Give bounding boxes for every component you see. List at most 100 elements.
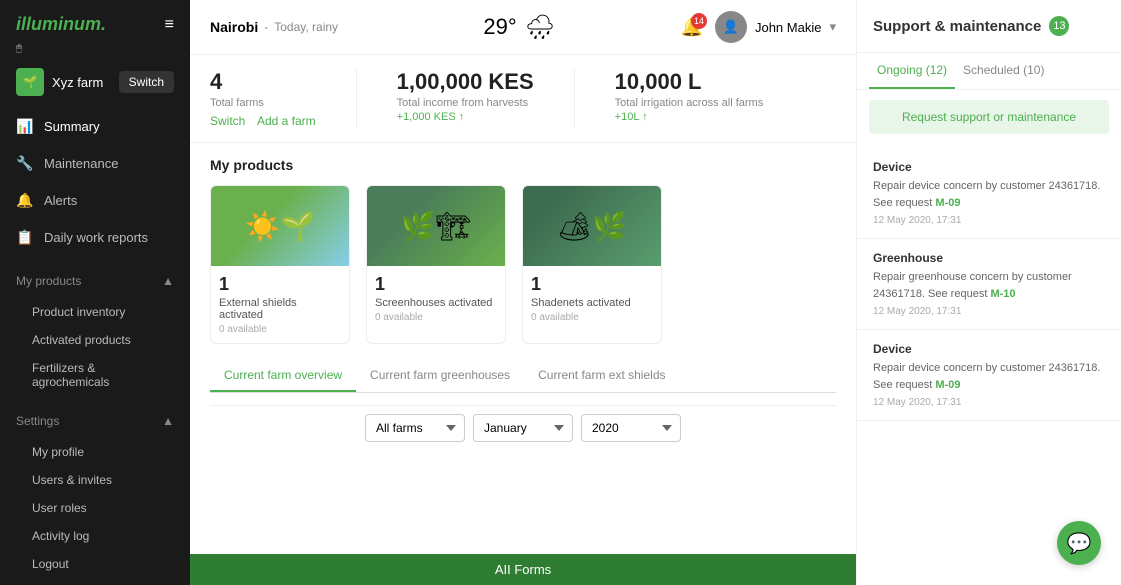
sidebar-item-logout[interactable]: Logout — [0, 550, 190, 578]
request-support-button[interactable]: Request support or maintenance — [869, 100, 1109, 134]
stat-income: 1,00,000 KES Total income from harvests … — [397, 69, 534, 128]
product-card-shadenets[interactable]: 🏕🌿 1 Shadenets activated 0 available — [522, 185, 662, 344]
add-farm-link[interactable]: Add a farm — [257, 114, 316, 128]
settings-section: Settings ▲ My profile Users & invites Us… — [0, 404, 190, 578]
chat-fab-button[interactable]: 💬 — [1057, 521, 1101, 565]
external-shields-name: External shields activated — [219, 297, 341, 321]
sidebar-item-activated-products[interactable]: Activated products — [0, 326, 190, 354]
support-description: Repair greenhouse concern by customer 24… — [873, 269, 1105, 302]
farm-switcher: 🌱 Xyz farm Switch — [0, 60, 190, 104]
support-category: Device — [873, 342, 1105, 356]
sidebar-item-product-inventory[interactable]: Product inventory — [0, 298, 190, 326]
panel-header: Support & maintenance 13 — [857, 0, 1121, 53]
main-content: Nairobi - Today, rainy 29° 🌧 🔔 14 👤 John… — [190, 0, 856, 585]
sidebar-item-my-profile[interactable]: My profile — [0, 438, 190, 466]
bottom-toggles: °F °C Litres Gallon — [0, 578, 190, 585]
sidebar-item-label: Maintenance — [44, 156, 118, 171]
products-title: My products — [210, 157, 836, 173]
support-link[interactable]: M-10 — [990, 288, 1015, 300]
stat-irrigation: 10,000 L Total irrigation across all far… — [615, 69, 764, 128]
tab-scheduled[interactable]: Scheduled (10) — [955, 53, 1052, 89]
support-date: 12 May 2020, 17:31 — [873, 215, 1105, 226]
product-card-screenhouses[interactable]: 🌿🏗 1 Screenhouses activated 0 available — [366, 185, 506, 344]
sidebar-item-label: Alerts — [44, 193, 77, 208]
weather-description: Today, rainy — [274, 20, 338, 34]
product-image-screenhouses: 🌿🏗 — [367, 186, 505, 266]
settings-header[interactable]: Settings ▲ — [0, 404, 190, 438]
dash-separator: - — [264, 20, 268, 34]
user-name: John Makie — [755, 20, 821, 35]
shadenets-count: 1 — [531, 274, 653, 295]
weather-info: 29° 🌧 — [483, 13, 555, 42]
chevron-up-icon: ▲ — [162, 414, 174, 428]
tab-current-farm-ext-shields[interactable]: Current farm ext shields — [524, 360, 679, 392]
support-date: 12 May 2020, 17:31 — [873, 306, 1105, 317]
income-label: Total income from harvests — [397, 97, 534, 109]
farms-label: Total farms — [210, 97, 316, 109]
support-date: 12 May 2020, 17:31 — [873, 397, 1105, 408]
sidebar-item-label: Summary — [44, 119, 100, 134]
hamburger-icon[interactable]: ≡ — [165, 16, 174, 34]
shadenets-available: 0 available — [531, 312, 653, 323]
panel-badge: 13 — [1049, 16, 1069, 36]
bottom-filters: All farms January February March April M… — [210, 405, 836, 450]
sidebar-item-label: Daily work reports — [44, 230, 148, 245]
farm-name: Xyz farm — [52, 75, 111, 90]
chevron-down-icon: ▾ — [829, 19, 836, 35]
sidebar-item-activity-log[interactable]: Activity log — [0, 522, 190, 550]
sidebar-item-alerts[interactable]: 🔔 Alerts — [0, 182, 190, 219]
all-farms-select[interactable]: All farms — [365, 414, 465, 442]
sidebar-item-summary[interactable]: 📊 Summary — [0, 108, 190, 145]
temperature-display: 29° — [483, 14, 516, 40]
my-products-section: My products ▲ Product inventory Activate… — [0, 264, 190, 396]
right-panel: Support & maintenance 13 Ongoing (12) Sc… — [856, 0, 1121, 585]
support-list: Device Repair device concern by customer… — [857, 144, 1121, 585]
tab-ongoing[interactable]: Ongoing (12) — [869, 53, 955, 89]
support-link[interactable]: M-09 — [935, 197, 960, 209]
product-info-screenhouses: 1 Screenhouses activated 0 available — [367, 266, 505, 331]
products-section: My products ☀️🌱 1 External shields activ… — [190, 143, 856, 554]
sidebar: illuminum. ≡ 🖱 🌱 Xyz farm Switch 📊 Summa… — [0, 0, 190, 585]
farms-value: 4 — [210, 69, 316, 95]
screenhouses-count: 1 — [375, 274, 497, 295]
product-image-external-shields: ☀️🌱 — [211, 186, 349, 266]
notification-button[interactable]: 🔔 14 — [681, 17, 703, 38]
chevron-up-icon: ▲ — [162, 274, 174, 288]
screenhouses-name: Screenhouses activated — [375, 297, 497, 309]
stats-bar: 4 Total farms Switch Add a farm 1,00,000… — [190, 55, 856, 143]
shadenets-name: Shadenets activated — [531, 297, 653, 309]
location-info: Nairobi - Today, rainy — [210, 19, 338, 35]
product-card-external-shields[interactable]: ☀️🌱 1 External shields activated 0 avail… — [210, 185, 350, 344]
support-category: Greenhouse — [873, 251, 1105, 265]
sidebar-header: illuminum. ≡ — [0, 0, 190, 43]
all-forms-bar[interactable]: AII Forms — [190, 554, 856, 585]
year-select[interactable]: 2019 2020 2021 2022 — [581, 414, 681, 442]
month-select[interactable]: January February March April May June Ju… — [473, 414, 573, 442]
tab-current-farm-overview[interactable]: Current farm overview — [210, 360, 356, 392]
product-image-shadenets: 🏕🌿 — [523, 186, 661, 266]
panel-tabs: Ongoing (12) Scheduled (10) — [857, 53, 1121, 90]
daily-work-icon: 📋 — [16, 229, 34, 246]
stat-divider-1 — [356, 69, 357, 128]
switch-farm-link[interactable]: Switch — [210, 114, 245, 128]
tab-current-farm-greenhouses[interactable]: Current farm greenhouses — [356, 360, 524, 392]
sidebar-item-fertilizers[interactable]: Fertilizers & agrochemicals — [0, 354, 190, 396]
topbar: Nairobi - Today, rainy 29° 🌧 🔔 14 👤 John… — [190, 0, 856, 55]
user-info[interactable]: 👤 John Makie ▾ — [715, 11, 836, 43]
my-products-header[interactable]: My products ▲ — [0, 264, 190, 298]
sidebar-item-maintenance[interactable]: 🔧 Maintenance — [0, 145, 190, 182]
sidebar-item-user-roles[interactable]: User roles — [0, 494, 190, 522]
irrigation-change: +10L ↑ — [615, 111, 764, 123]
summary-icon: 📊 — [16, 118, 34, 135]
support-item: Greenhouse Repair greenhouse concern by … — [857, 239, 1121, 330]
alerts-icon: 🔔 — [16, 192, 34, 209]
topbar-right: 🔔 14 👤 John Makie ▾ — [681, 11, 836, 43]
sidebar-item-users-invites[interactable]: Users & invites — [0, 466, 190, 494]
support-description: Repair device concern by customer 243617… — [873, 360, 1105, 393]
switch-button[interactable]: Switch — [119, 71, 174, 93]
external-shields-available: 0 available — [219, 324, 341, 335]
product-info-external-shields: 1 External shields activated 0 available — [211, 266, 349, 343]
support-link[interactable]: M-09 — [935, 379, 960, 391]
sidebar-item-daily-work[interactable]: 📋 Daily work reports — [0, 219, 190, 256]
stat-divider-2 — [574, 69, 575, 128]
